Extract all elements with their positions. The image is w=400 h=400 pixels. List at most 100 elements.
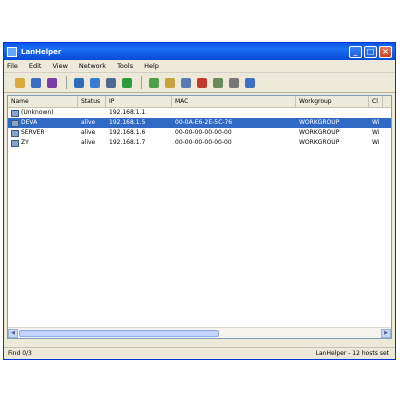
cell-mac-text: 00-00-00-00-00-00 [175,139,232,146]
cell-ip: 192.168.1.7 [106,138,172,148]
cell-workgroup [296,108,369,118]
toolbar-button-6[interactable] [120,76,133,89]
menu-tools[interactable]: Tools [117,62,133,70]
column-header-name[interactable]: Name [8,96,78,107]
cell-status-text: alive [81,139,96,146]
cell-mac: 00-0A-E6-2E-5C-76 [172,118,296,128]
scroll-left-arrow[interactable]: ◀ [8,328,18,338]
scroll-thumb[interactable] [19,329,219,337]
column-header-extra[interactable]: Cl [369,96,383,107]
computer-icon [11,129,19,137]
menu-edit[interactable]: Edit [29,62,42,70]
close-button[interactable]: × [379,45,392,58]
cell-mac [172,108,296,118]
status-left-text: Find 0/3 [8,350,32,357]
cell-ip-text: 192.168.1.7 [109,139,146,146]
toolbar-button-8[interactable] [163,76,176,89]
cell-workgroup-text: WORKGROUP [299,129,340,136]
cell-ip-text: 192.168.1.6 [109,129,146,136]
toolbar-button-9[interactable] [179,76,192,89]
cell-extra: Wi [369,138,383,148]
save-icon [30,77,41,88]
column-header-mac[interactable]: MAC [172,96,296,107]
column-header-ip[interactable]: IP [106,96,172,107]
cell-mac-text: 00-0A-E6-2E-5C-76 [175,119,233,126]
computer-icon [11,139,19,147]
toolbar-button-0[interactable] [13,76,26,89]
open-folder-icon [14,77,25,88]
cell-ip-text: 192.168.1.5 [109,119,146,126]
menu-view[interactable]: View [52,62,67,70]
cell-extra [369,108,383,118]
toolbar-button-1[interactable] [29,76,42,89]
scroll-right-arrow[interactable]: ▶ [381,328,391,338]
status-bar: Find 0/3 LanHelper - 12 hosts set [4,347,395,359]
title-bar[interactable]: LanHelper _ □ × [4,43,395,60]
list-rows: (Unknown) 192.168.1.1 DEVA alive 192.168.1.5… [8,108,391,148]
cell-name-text: SERVER [21,129,45,136]
scan-network-icon [89,77,100,88]
cell-name: DEVA [8,118,78,128]
toolbar-separator [66,76,67,89]
cell-status: alive [78,118,106,128]
cell-extra: Wi [369,128,383,138]
cell-ip: 192.168.1.1 [106,108,172,118]
table-row[interactable]: (Unknown) 192.168.1.1 [8,108,391,118]
column-header-status[interactable]: Status [78,96,106,107]
toolbar-button-4[interactable] [88,76,101,89]
shared-icon [180,77,191,88]
computer-icon [11,119,19,127]
table-row[interactable]: DEVA alive 192.168.1.5 00-0A-E6-2E-5C-76 WOR… [8,118,391,128]
cell-name-text: ZY [21,139,29,146]
toolbar-button-11[interactable] [211,76,224,89]
cell-mac: 00-00-00-00-00-00 [172,128,296,138]
cell-ip: 192.168.1.6 [106,128,172,138]
table-row[interactable]: ZY alive 192.168.1.7 00-00-00-00-00-00 WORKG… [8,138,391,148]
cell-name: ZY [8,138,78,148]
cell-extra-text: Wi [372,129,380,136]
list-header: Name Status IP MAC Workgroup Cl [8,96,391,108]
menu-file[interactable]: File [7,62,18,70]
toolbar-button-7[interactable] [147,76,160,89]
toolbar-button-5[interactable] [104,76,117,89]
about-icon [244,77,255,88]
cell-status: alive [78,128,106,138]
host-list[interactable]: Name Status IP MAC Workgroup Cl (Unknown… [7,95,392,339]
green-arrow-icon [121,77,132,88]
cell-status: alive [78,138,106,148]
toolbar-button-3[interactable] [72,76,85,89]
cell-status-text: alive [81,119,96,126]
scroll-track[interactable] [18,329,381,338]
toolbar [4,73,395,93]
cell-status-text: alive [81,129,96,136]
cell-name-text: DEVA [21,119,38,126]
print-icon [46,77,57,88]
column-header-workgroup[interactable]: Workgroup [296,96,369,107]
toolbar-button-10[interactable] [195,76,208,89]
speaker-icon [228,77,239,88]
horizontal-scrollbar[interactable]: ◀ ▶ [8,327,391,338]
table-row[interactable]: SERVER alive 192.168.1.6 00-00-00-00-00-00 W… [8,128,391,138]
menu-network[interactable]: Network [79,62,106,70]
menu-help[interactable]: Help [144,62,159,70]
toolbar-button-13[interactable] [243,76,256,89]
cell-ip-text: 192.168.1.1 [109,109,146,116]
copy-icon [164,77,175,88]
toolbar-button-12[interactable] [227,76,240,89]
cell-workgroup: WORKGROUP [296,118,369,128]
cell-extra-text: Wi [372,139,380,146]
cell-extra-text: Wi [372,119,380,126]
network-globe-icon [73,77,84,88]
toolbar-separator [141,76,142,89]
cell-extra: Wi [369,118,383,128]
cell-workgroup: WORKGROUP [296,138,369,148]
menu-bar: File Edit View Network Tools Help [4,60,395,73]
cell-status [78,108,106,118]
maximize-button[interactable]: □ [364,45,377,58]
cell-mac-text: 00-00-00-00-00-00 [175,129,232,136]
minimize-button[interactable]: _ [349,45,362,58]
document-icon [148,77,159,88]
cell-name: (Unknown) [8,108,78,118]
status-right-text: LanHelper - 12 hosts set [315,350,389,357]
toolbar-button-2[interactable] [45,76,58,89]
